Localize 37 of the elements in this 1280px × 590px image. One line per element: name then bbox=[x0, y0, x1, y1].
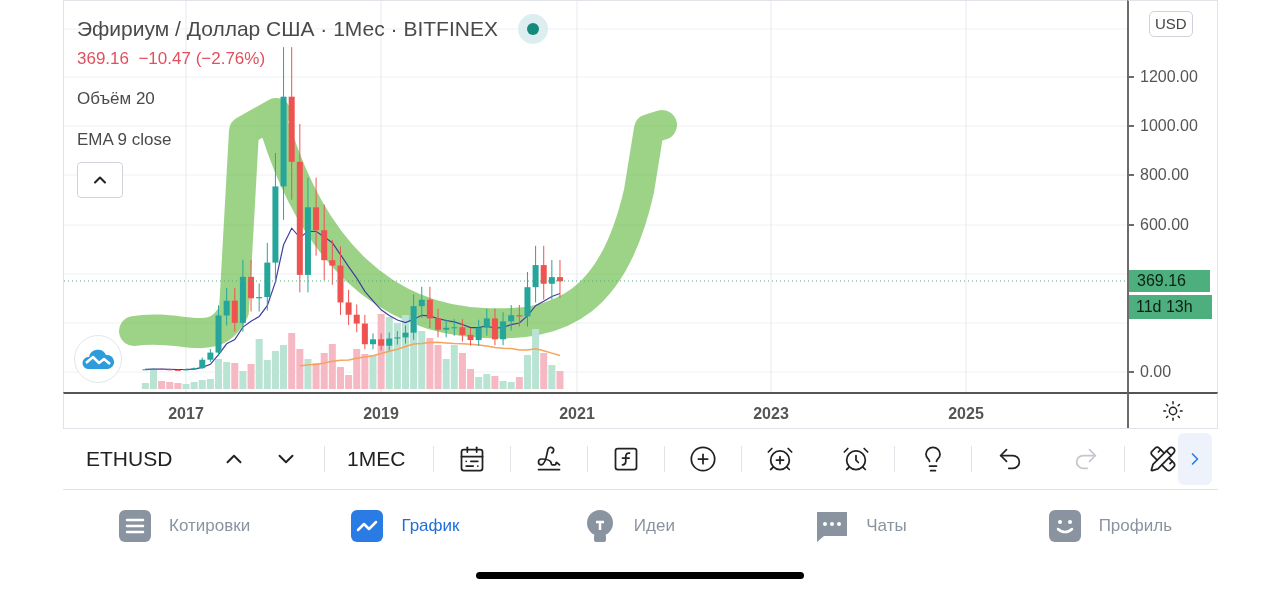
pencil-ruler-icon[interactable] bbox=[1149, 445, 1177, 473]
sun-icon[interactable] bbox=[1162, 400, 1184, 422]
last-price-label: 369.16 bbox=[1129, 270, 1210, 292]
alarm-clock-plus-icon[interactable] bbox=[766, 445, 794, 473]
price-label: 1200.00 bbox=[1140, 67, 1198, 87]
chart-title: Эфириум / Доллар США · 1Мес · BITFINEX bbox=[77, 16, 498, 42]
year-label: 2025 bbox=[947, 404, 985, 424]
indicator-label[interactable]: Объём 20 bbox=[77, 86, 155, 112]
candle bbox=[557, 259, 563, 299]
alarm-clock-icon[interactable] bbox=[842, 445, 870, 473]
collapse-button[interactable] bbox=[77, 162, 123, 198]
price-label: 1000.00 bbox=[1140, 116, 1198, 136]
price-label: 800.00 bbox=[1140, 165, 1189, 185]
currency-badge[interactable]: USD bbox=[1149, 11, 1193, 37]
calendar-icon[interactable] bbox=[458, 445, 486, 473]
year-label: 2023 bbox=[752, 404, 790, 424]
candle bbox=[370, 332, 376, 350]
price-label: 600.00 bbox=[1140, 215, 1189, 235]
year-label: 2021 bbox=[558, 404, 596, 424]
year-label: 2017 bbox=[167, 404, 205, 424]
smiley-icon bbox=[1047, 509, 1082, 543]
price-change: 369.16 −10.47 (−2.76%) bbox=[77, 47, 266, 70]
symbol-button[interactable]: ETHUSD bbox=[86, 443, 186, 475]
interval-button[interactable]: 1МЕС bbox=[347, 443, 413, 475]
indicator-label[interactable]: EMA 9 close bbox=[77, 126, 172, 152]
pen-icon[interactable] bbox=[535, 445, 563, 473]
chat-icon bbox=[815, 509, 850, 543]
cloud-chart-icon bbox=[82, 349, 114, 369]
logo-button[interactable] bbox=[74, 335, 122, 383]
price-label: 0.00 bbox=[1140, 362, 1172, 382]
add-icon[interactable] bbox=[689, 445, 717, 473]
year-label: 2019 bbox=[362, 404, 400, 424]
list-icon bbox=[118, 509, 152, 543]
countdown-label: 11d 13h bbox=[1129, 295, 1212, 319]
function-icon[interactable] bbox=[612, 445, 640, 473]
candle bbox=[183, 368, 189, 371]
nav-tab[interactable]: График bbox=[350, 509, 583, 543]
